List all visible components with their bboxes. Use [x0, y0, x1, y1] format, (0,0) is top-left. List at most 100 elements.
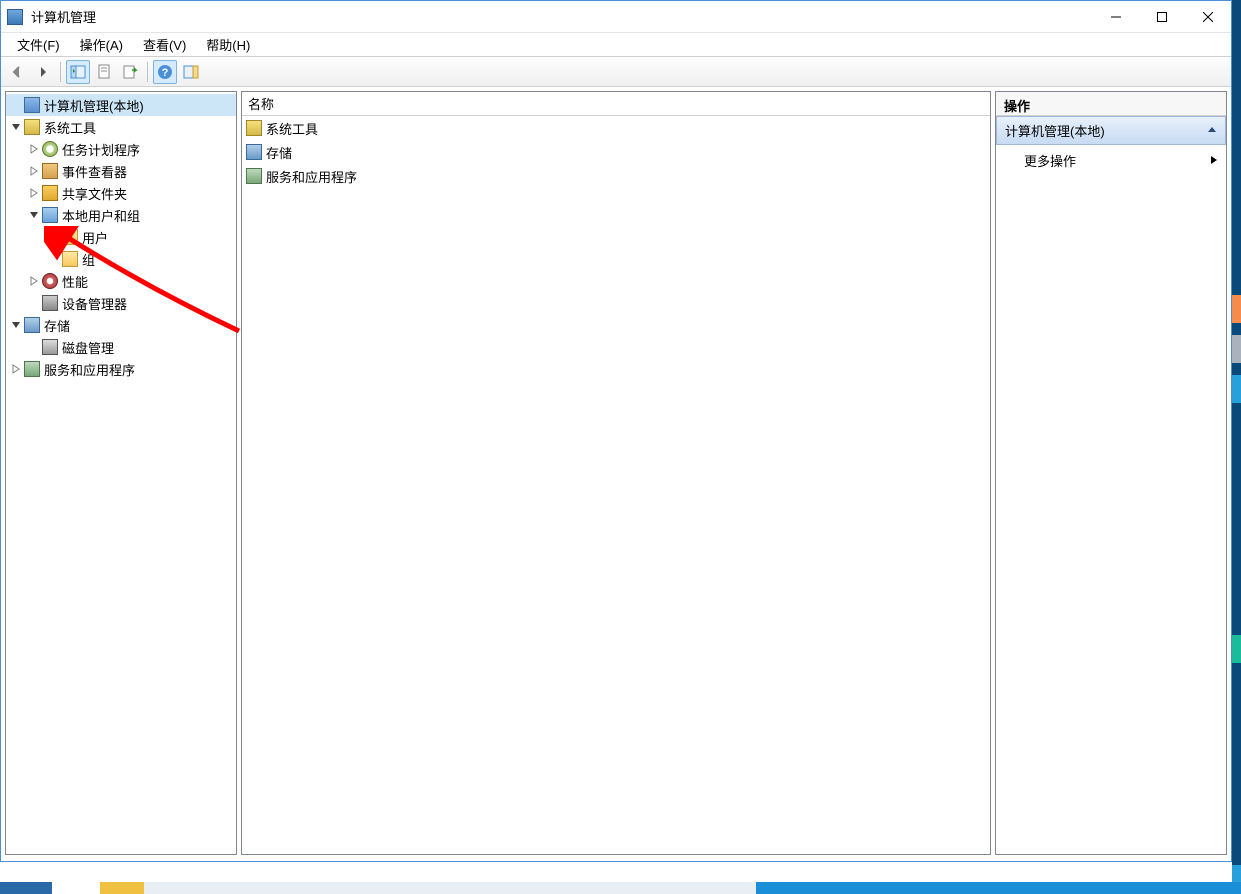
tree-task-scheduler[interactable]: 任务计划程序 — [6, 138, 236, 160]
show-hide-action-button[interactable] — [179, 60, 203, 84]
disk-icon — [42, 339, 58, 355]
collapse-up-icon — [1207, 123, 1217, 138]
folder-icon — [62, 229, 78, 245]
background-sidebar-sliver — [1232, 0, 1241, 894]
list-item[interactable]: 存储 — [242, 140, 990, 164]
sliver-tab — [1232, 375, 1241, 403]
computer-icon — [24, 97, 40, 113]
actions-pane: 操作 计算机管理(本地) 更多操作 — [995, 91, 1227, 855]
actions-more[interactable]: 更多操作 — [996, 145, 1226, 176]
close-button[interactable] — [1185, 2, 1231, 32]
collapse-twisty-icon[interactable] — [26, 166, 42, 176]
tree-event-viewer[interactable]: 事件查看器 — [6, 160, 236, 182]
tree-performance[interactable]: 性能 — [6, 270, 236, 292]
list-pane: 名称 系统工具 存储 服务和应用程序 — [241, 91, 991, 855]
menu-view[interactable]: 查看(V) — [133, 33, 196, 56]
list-body: 系统工具 存储 服务和应用程序 — [242, 116, 990, 854]
tree-label: 性能 — [62, 272, 88, 291]
actions-more-label: 更多操作 — [1024, 151, 1076, 170]
forward-button[interactable] — [31, 60, 55, 84]
tree-label: 计算机管理(本地) — [44, 96, 144, 115]
toolbar: ? — [1, 57, 1231, 87]
tree-label: 任务计划程序 — [62, 140, 140, 159]
back-button[interactable] — [5, 60, 29, 84]
tree-system-tools[interactable]: 系统工具 — [6, 116, 236, 138]
nav-tree: 计算机管理(本地) 系统工具 任务计划程序 — [6, 92, 236, 382]
tree-storage[interactable]: 存储 — [6, 314, 236, 336]
tree-users[interactable]: 用户 — [6, 226, 236, 248]
svg-text:?: ? — [162, 67, 169, 79]
titlebar: 计算机管理 — [1, 1, 1231, 33]
event-icon — [42, 163, 58, 179]
performance-icon — [42, 273, 58, 289]
window-controls — [1093, 2, 1231, 32]
sliver-tab — [1232, 295, 1241, 323]
sliver-tab — [1232, 335, 1241, 363]
show-hide-tree-button[interactable] — [66, 60, 90, 84]
tree-label: 共享文件夹 — [62, 184, 127, 203]
tree-label: 服务和应用程序 — [44, 360, 135, 379]
users-icon — [42, 207, 58, 223]
sliver-tab — [1232, 635, 1241, 663]
app-window: 计算机管理 文件(F) 操作(A) 查看(V) 帮助(H) — [0, 0, 1232, 862]
list-item-label: 服务和应用程序 — [266, 167, 357, 186]
maximize-button[interactable] — [1139, 2, 1185, 32]
chevron-right-icon — [1210, 153, 1218, 168]
menu-file[interactable]: 文件(F) — [7, 33, 70, 56]
actions-section-title: 计算机管理(本地) — [1005, 121, 1105, 140]
menu-help[interactable]: 帮助(H) — [196, 33, 260, 56]
collapse-twisty-icon[interactable] — [8, 364, 24, 374]
menu-action[interactable]: 操作(A) — [70, 33, 133, 56]
tree-label: 设备管理器 — [62, 294, 127, 313]
tree-shared-folders[interactable]: 共享文件夹 — [6, 182, 236, 204]
tree-services-apps[interactable]: 服务和应用程序 — [6, 358, 236, 380]
app-icon — [7, 9, 23, 25]
menubar: 文件(F) 操作(A) 查看(V) 帮助(H) — [1, 33, 1231, 57]
collapse-twisty-icon[interactable] — [26, 276, 42, 286]
clock-icon — [42, 141, 58, 157]
tree-label: 事件查看器 — [62, 162, 127, 181]
storage-icon — [246, 144, 262, 160]
tree-label: 本地用户和组 — [62, 206, 140, 225]
collapse-twisty-icon[interactable] — [26, 144, 42, 154]
collapse-twisty-icon[interactable] — [26, 188, 42, 198]
list-item-label: 存储 — [266, 143, 292, 162]
export-button[interactable] — [118, 60, 142, 84]
properties-button[interactable] — [92, 60, 116, 84]
window-title: 计算机管理 — [29, 7, 1093, 26]
actions-section[interactable]: 计算机管理(本地) — [996, 116, 1226, 145]
toolbar-separator — [147, 62, 148, 82]
tree-label: 系统工具 — [44, 118, 96, 137]
actions-header: 操作 — [996, 92, 1226, 116]
list-item[interactable]: 系统工具 — [242, 116, 990, 140]
toolbar-separator — [60, 62, 61, 82]
folder-icon — [62, 251, 78, 267]
minimize-button[interactable] — [1093, 2, 1139, 32]
tree-pane: 计算机管理(本地) 系统工具 任务计划程序 — [5, 91, 237, 855]
services-icon — [246, 168, 262, 184]
tree-device-manager[interactable]: 设备管理器 — [6, 292, 236, 314]
storage-icon — [24, 317, 40, 333]
help-button[interactable]: ? — [153, 60, 177, 84]
expand-twisty-icon[interactable] — [8, 320, 24, 330]
expand-twisty-icon[interactable] — [26, 210, 42, 220]
taskbar-sliver — [0, 882, 1241, 894]
services-icon — [24, 361, 40, 377]
content-area: 计算机管理(本地) 系统工具 任务计划程序 — [1, 87, 1231, 861]
tree-label: 存储 — [44, 316, 70, 335]
tree-local-users-groups[interactable]: 本地用户和组 — [6, 204, 236, 226]
tree-root[interactable]: 计算机管理(本地) — [6, 94, 236, 116]
list-item[interactable]: 服务和应用程序 — [242, 164, 990, 188]
share-icon — [42, 185, 58, 201]
tree-groups[interactable]: 组 — [6, 248, 236, 270]
list-item-label: 系统工具 — [266, 119, 318, 138]
tree-label: 组 — [82, 250, 95, 269]
list-column-name[interactable]: 名称 — [242, 92, 990, 116]
tools-icon — [24, 119, 40, 135]
expand-twisty-icon[interactable] — [8, 122, 24, 132]
tree-label: 磁盘管理 — [62, 338, 114, 357]
device-icon — [42, 295, 58, 311]
tree-disk-management[interactable]: 磁盘管理 — [6, 336, 236, 358]
tools-icon — [246, 120, 262, 136]
tree-label: 用户 — [82, 228, 108, 247]
